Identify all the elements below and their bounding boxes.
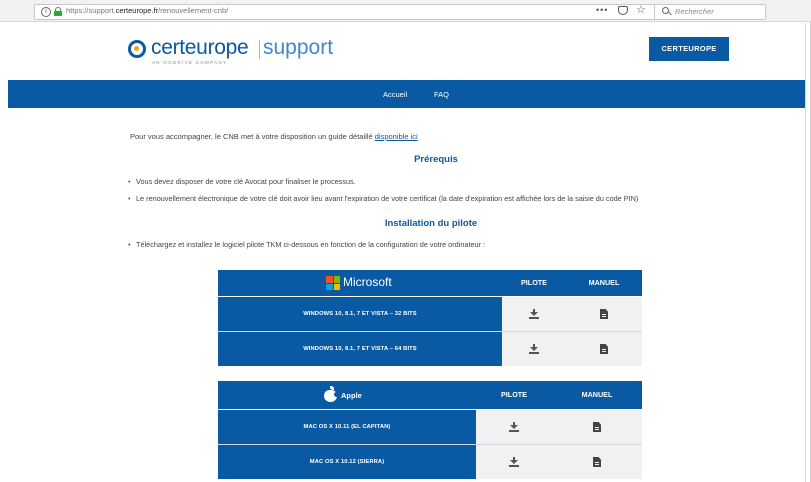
table-row: WINDOWS 10, 8.1, 7 ET VISTA – 64 BITS — [218, 332, 642, 366]
bookmark-star-icon[interactable]: ☆ — [636, 3, 646, 16]
pilote-cell — [502, 297, 566, 331]
document-icon[interactable] — [600, 344, 608, 354]
prerequis-bullet: Vous devez disposer de votre clé Avocat … — [128, 177, 356, 186]
table-row: MAC OS X 10.12 (SIERRA) — [218, 445, 642, 479]
table-row: MAC OS X 10.11 (EL CAPITAN) — [218, 410, 642, 444]
microsoft-logo-icon — [326, 276, 340, 290]
column-header-pilote: PILOTE — [501, 390, 527, 399]
pilote-cell — [502, 332, 566, 366]
apple-table: Apple PILOTE MANUEL MAC OS X 10.11 (EL C… — [218, 381, 642, 482]
manuel-cell — [552, 445, 642, 479]
nav-item-accueil[interactable]: Accueil — [383, 90, 407, 99]
manuel-cell — [552, 410, 642, 444]
page-actions-icon[interactable]: ••• — [596, 5, 608, 15]
install-heading: Installation du pilote — [384, 218, 478, 229]
column-header-pilote: PILOTE — [521, 278, 547, 287]
microsoft-brand: Microsoft — [343, 275, 392, 289]
os-version-label: WINDOWS 10, 8.1, 7 ET VISTA – 32 BITS — [218, 297, 502, 331]
install-bullet: Téléchargez et installez le logiciel pil… — [128, 240, 485, 249]
microsoft-table: Microsoft PILOTE MANUEL WINDOWS 10, 8.1,… — [218, 270, 642, 366]
column-header-manuel: MANUEL — [588, 278, 620, 287]
prerequis-heading: Prérequis — [414, 154, 458, 165]
document-icon[interactable] — [593, 457, 601, 467]
download-icon[interactable] — [529, 344, 539, 354]
logo-name[interactable]: certeurope — [151, 36, 249, 60]
download-icon[interactable] — [509, 422, 519, 432]
intro-paragraph: Pour vous accompagner, le CNB met à votr… — [130, 132, 418, 141]
guide-link[interactable]: disponible ici — [375, 132, 418, 141]
os-version-label: MAC OS X 10.11 (EL CAPITAN) — [218, 410, 476, 444]
logo-separator — [259, 40, 260, 59]
certeurope-button[interactable]: CERTEUROPE — [649, 37, 729, 61]
nav-item-faq[interactable]: FAQ — [434, 90, 449, 99]
pilote-cell — [476, 410, 552, 444]
apple-brand: Apple — [341, 391, 362, 400]
os-version-label: MAC OS X 10.12 (SIERRA) — [218, 445, 476, 479]
document-icon[interactable] — [593, 422, 601, 432]
column-header-manuel: MANUEL — [581, 390, 613, 399]
apple-logo-icon — [324, 386, 339, 402]
manuel-cell — [566, 297, 642, 331]
document-icon[interactable] — [600, 309, 608, 319]
search-placeholder: Rechercher — [675, 7, 714, 16]
certeurope-logo-icon[interactable] — [128, 40, 146, 58]
browser-window: i https://support.certeurope.fr/renouvel… — [0, 0, 811, 482]
page-right-border — [805, 23, 806, 482]
info-icon[interactable]: i — [41, 7, 51, 17]
lock-icon[interactable] — [54, 7, 62, 16]
prerequis-bullet: Le renouvellement électronique de votre … — [128, 194, 638, 203]
download-icon[interactable] — [509, 457, 519, 467]
os-version-label: WINDOWS 10, 8.1, 7 ET VISTA – 64 BITS — [218, 332, 502, 366]
url-text[interactable]: https://support.certeurope.fr/renouvelle… — [66, 6, 228, 15]
table-row: WINDOWS 10, 8.1, 7 ET VISTA – 32 BITS — [218, 297, 642, 331]
logo-tagline: AN OODRIVE COMPANY — [152, 60, 228, 65]
manuel-cell — [566, 332, 642, 366]
search-icon — [662, 7, 669, 14]
pilote-cell — [476, 445, 552, 479]
download-icon[interactable] — [529, 309, 539, 319]
logo-support[interactable]: support — [263, 36, 333, 60]
